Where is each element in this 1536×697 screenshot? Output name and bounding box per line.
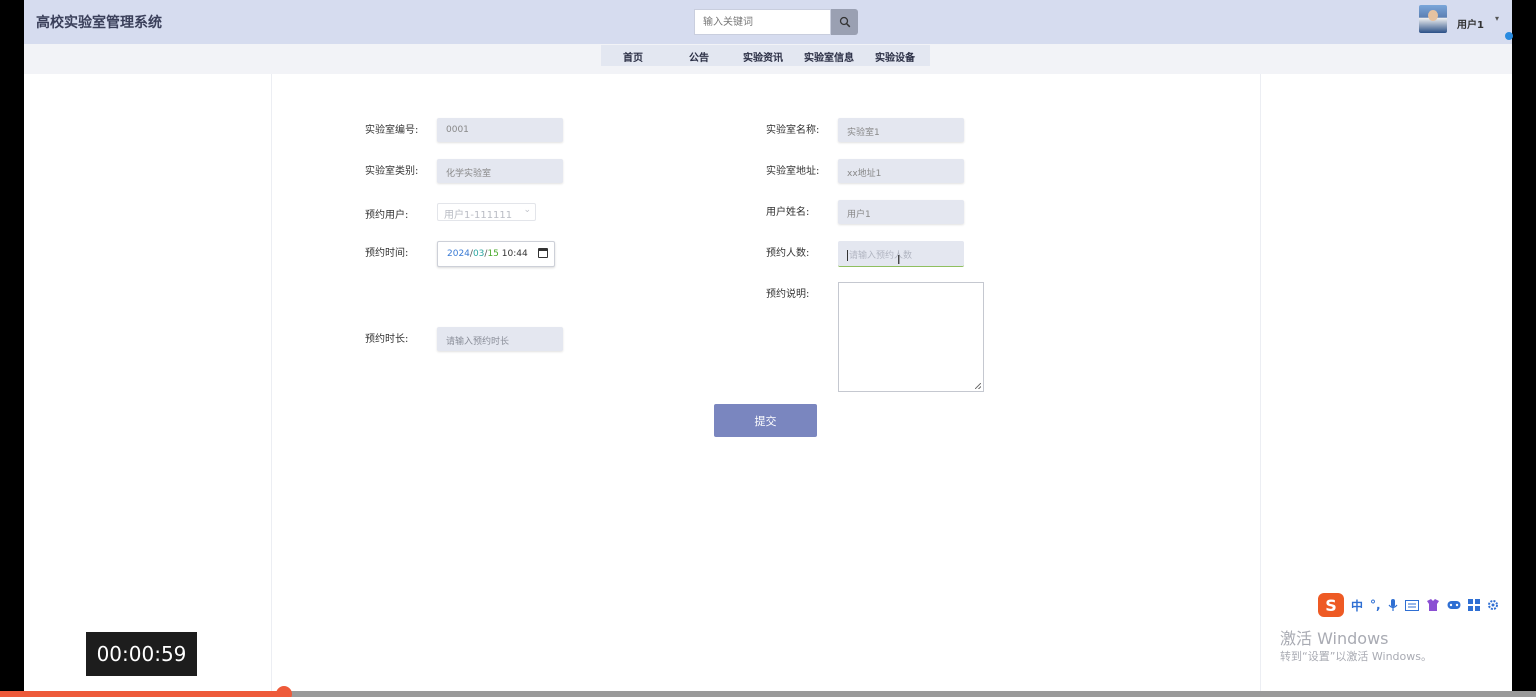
lab-no-field: 0001 [437,118,563,142]
skin-icon[interactable] [1426,598,1440,612]
scrollbar-indicator[interactable] [1505,32,1513,40]
video-timestamp: 00:00:59 [86,632,197,676]
ime-mode-toggle[interactable]: 中 [1351,597,1363,614]
lab-name-field: 实验室1 [838,118,964,142]
text-caret [847,250,848,261]
search-icon [839,16,850,28]
submit-button[interactable]: 提交 [714,404,817,437]
lab-name-label: 实验室名称: [766,125,820,136]
avatar-face [1428,10,1438,21]
ime-punct-toggle[interactable]: °, [1370,598,1381,612]
booking-duration-input[interactable]: 请输入预约时长 [437,327,563,351]
video-progress-fill [0,691,284,697]
grid-icon[interactable] [1467,599,1480,611]
search-button[interactable] [831,9,858,35]
nav-item-home[interactable]: 首页 [623,49,643,64]
video-border-right [1512,0,1536,697]
lab-address-label: 实验室地址: [766,166,820,177]
booking-count-input[interactable]: 请输入预约人数 [838,241,964,267]
booking-note-textarea[interactable] [838,282,984,392]
booking-clock[interactable]: 10:44 [502,249,528,259]
ime-toolbar: S 中 °, [1318,592,1499,618]
video-progress-handle[interactable] [276,686,292,697]
calendar-icon[interactable] [538,248,548,258]
booking-day[interactable]: 15 [487,249,498,259]
nav-strip: 首页 公告 实验资讯 实验室信息 实验设备 [601,45,930,66]
booking-note-label: 预约说明: [766,289,810,300]
nav-bar: 首页 公告 实验资讯 实验室信息 实验设备 [24,44,1512,74]
booking-user-select[interactable]: 用户1-111111 ⌄ [437,203,536,221]
top-header: 高校实验室管理系统 用户1 ▾ [24,0,1513,44]
lab-address-field: xx地址1 [838,159,964,183]
user-name[interactable]: 用户1 [1457,16,1484,31]
chevron-down-icon[interactable]: ▾ [1495,14,1499,23]
avatar[interactable] [1419,5,1447,33]
screen: 高校实验室管理系统 用户1 ▾ 首页 公告 实验资讯 实验室信息 实验设备 实验… [0,0,1536,697]
resize-handle-icon[interactable] [975,383,981,389]
lab-no-label: 实验室编号: [365,125,419,136]
video-border-left [0,0,24,697]
booking-time-input[interactable]: 2024/03/15 10:44 [437,241,555,267]
booking-user-value: 用户1-111111 [444,210,513,221]
user-fullname-label: 用户姓名: [766,207,810,218]
chevron-down-icon: ⌄ [523,205,531,215]
app-title: 高校实验室管理系统 [36,15,162,31]
user-fullname-field: 用户1 [838,200,964,224]
ibeam-cursor-icon: I [897,253,901,267]
sogou-logo-icon[interactable]: S [1318,593,1344,617]
search-box[interactable] [694,9,836,35]
nav-item-equipment[interactable]: 实验设备 [875,49,915,64]
nav-item-notice[interactable]: 公告 [689,49,709,64]
gamepad-icon[interactable] [1447,600,1461,610]
lab-type-label: 实验室类别: [365,166,419,177]
booking-month[interactable]: 03 [473,249,484,259]
activation-watermark-title: 激活 Windows [1280,629,1389,648]
nav-item-lab-info[interactable]: 实验室信息 [804,49,854,64]
booking-duration-label: 预约时长: [365,334,409,345]
booking-count-placeholder: 请输入预约人数 [849,251,913,261]
activation-watermark-hint: 转到“设置”以激活 Windows。 [1280,650,1432,663]
booking-time-label: 预约时间: [365,248,409,259]
nav-item-news[interactable]: 实验资讯 [743,49,783,64]
booking-count-label: 预约人数: [766,248,810,259]
keyboard-icon[interactable] [1404,599,1419,611]
settings-icon[interactable] [1487,599,1499,611]
microphone-icon[interactable] [1388,598,1398,612]
lab-type-field: 化学实验室 [437,159,563,183]
booking-user-label: 预约用户: [365,210,409,221]
search-input[interactable] [695,10,836,35]
booking-year[interactable]: 2024 [447,249,470,259]
